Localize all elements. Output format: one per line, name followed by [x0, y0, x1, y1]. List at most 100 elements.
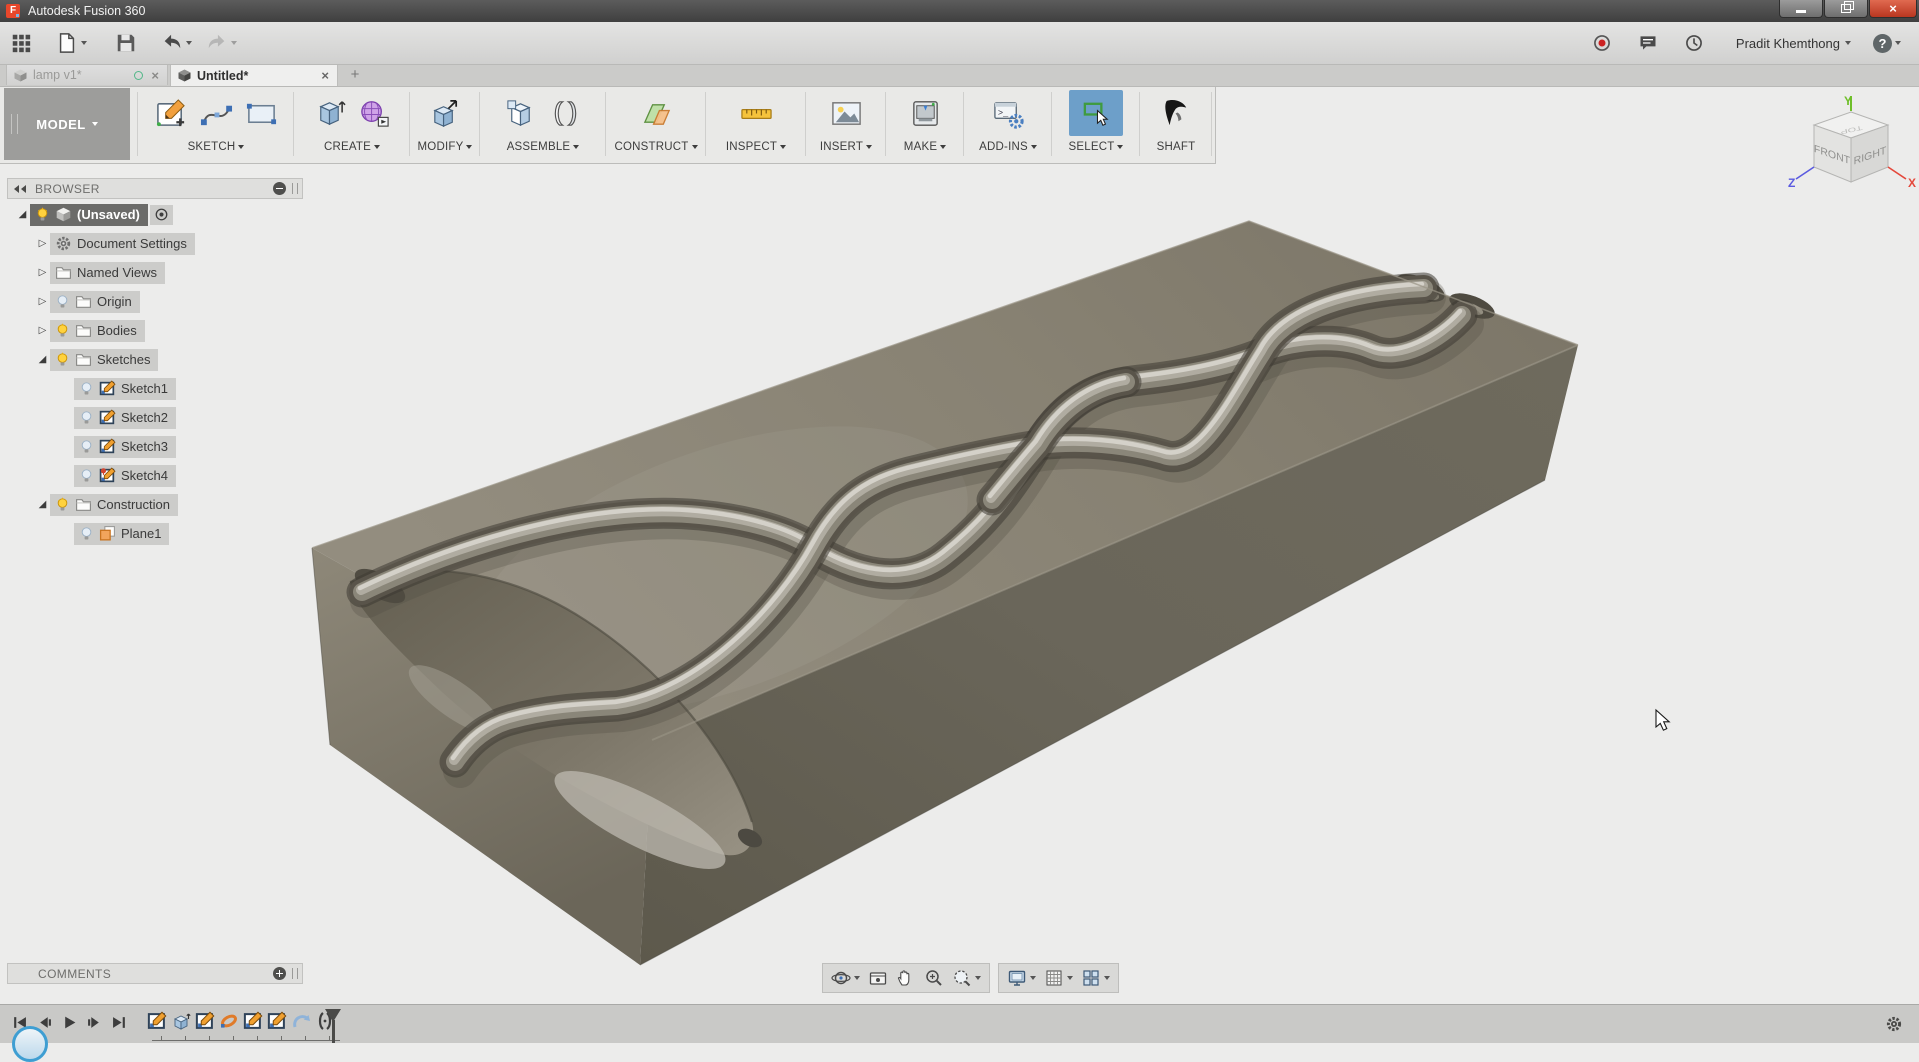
- browser-panel-header[interactable]: BROWSER: [7, 178, 303, 199]
- spline-button[interactable]: [198, 94, 234, 132]
- visibility-off-bulb-icon[interactable]: [79, 381, 94, 396]
- timeline-feature-extrude[interactable]: [170, 1010, 191, 1031]
- extrude-button[interactable]: [312, 94, 348, 132]
- measure-button[interactable]: [738, 94, 774, 132]
- play-button[interactable]: [62, 1015, 77, 1030]
- ribbon-group-label[interactable]: SKETCH: [140, 138, 292, 156]
- restore-button[interactable]: [1824, 0, 1868, 18]
- ribbon-group-label[interactable]: MODIFY: [412, 138, 478, 156]
- expand-arrow-icon[interactable]: ▷: [35, 238, 50, 249]
- ribbon-group-label[interactable]: INSERT: [808, 138, 884, 156]
- visibility-on-bulb-icon[interactable]: [55, 352, 70, 367]
- ribbon-group-label[interactable]: MAKE: [888, 138, 962, 156]
- joint-button[interactable]: [548, 94, 584, 132]
- pan-button[interactable]: [896, 968, 916, 988]
- visibility-on-bulb-icon[interactable]: [55, 497, 70, 512]
- tree-item-sketch4[interactable]: Sketch4: [7, 461, 307, 490]
- ribbon-group-label[interactable]: CREATE: [296, 138, 408, 156]
- workspace-selector[interactable]: MODEL: [4, 88, 130, 160]
- tree-item-origin[interactable]: ▷Origin: [7, 287, 307, 316]
- expand-panel-icon[interactable]: [273, 967, 286, 980]
- visibility-off-bulb-icon[interactable]: [79, 468, 94, 483]
- save-button[interactable]: [115, 28, 137, 58]
- minimize-button[interactable]: [1779, 0, 1823, 18]
- visibility-off-bulb-icon[interactable]: [79, 410, 94, 425]
- undo-button[interactable]: [161, 28, 192, 58]
- tree-item-sketches[interactable]: ◢Sketches: [7, 345, 307, 374]
- form-button[interactable]: [357, 94, 393, 132]
- scripts-addins-button[interactable]: >_: [990, 94, 1026, 132]
- visibility-on-bulb-icon[interactable]: [35, 207, 50, 222]
- history-button[interactable]: [1684, 28, 1704, 58]
- construction-plane-button[interactable]: [638, 94, 674, 132]
- tree-item-construction[interactable]: ◢Construction: [7, 490, 307, 519]
- insert-image-button[interactable]: [828, 94, 864, 132]
- collapse-arrow-icon[interactable]: ◢: [35, 354, 50, 365]
- tab-close-icon[interactable]: ×: [149, 68, 161, 83]
- tree-item-sketch1[interactable]: Sketch1: [7, 374, 307, 403]
- fit-zoom-button[interactable]: [952, 968, 981, 988]
- document-tab[interactable]: Untitled*×: [170, 64, 338, 86]
- comments-button[interactable]: [1638, 28, 1658, 58]
- avatar[interactable]: [12, 1026, 48, 1062]
- viewcube[interactable]: Y TOP FRONT RIGHT Z X: [1784, 92, 1918, 204]
- help-menu[interactable]: ?: [1873, 28, 1901, 58]
- file-button[interactable]: [56, 28, 87, 58]
- tree-item-bodies[interactable]: ▷Bodies: [7, 316, 307, 345]
- user-menu[interactable]: Pradit Khemthong: [1730, 28, 1851, 58]
- grid-display-button[interactable]: [1044, 968, 1073, 988]
- panel-grip-icon[interactable]: [292, 183, 298, 194]
- look-at-button[interactable]: [868, 968, 888, 988]
- display-settings-button[interactable]: [1007, 968, 1036, 988]
- visibility-off-bulb-icon[interactable]: [79, 526, 94, 541]
- new-component-button[interactable]: [503, 94, 539, 132]
- expand-arrow-icon[interactable]: ▷: [35, 325, 50, 336]
- expand-arrow-icon[interactable]: ▷: [35, 267, 50, 278]
- app-menu-button[interactable]: [10, 28, 32, 58]
- tree-item-sketch2[interactable]: Sketch2: [7, 403, 307, 432]
- timeline-feature-sketch[interactable]: [146, 1010, 167, 1031]
- timeline-feature-sweep[interactable]: [218, 1010, 239, 1031]
- ribbon-group-label[interactable]: INSPECT: [708, 138, 804, 156]
- collapse-arrow-icon[interactable]: ◢: [15, 209, 30, 220]
- ribbon-group-label[interactable]: ASSEMBLE: [482, 138, 604, 156]
- ribbon-group-label[interactable]: SELECT: [1054, 138, 1138, 156]
- zoom-button[interactable]: [924, 968, 944, 988]
- timeline-feature-sketch[interactable]: [194, 1010, 215, 1031]
- tab-close-icon[interactable]: ×: [319, 68, 331, 83]
- visibility-off-bulb-icon[interactable]: [79, 439, 94, 454]
- shaft-button[interactable]: [1158, 94, 1194, 132]
- timeline-feature-sketch[interactable]: [242, 1010, 263, 1031]
- skip-end-button[interactable]: [112, 1015, 127, 1030]
- step-forward-button[interactable]: [87, 1015, 102, 1030]
- orbit-button[interactable]: [831, 968, 860, 988]
- ribbon-group-label[interactable]: SHAFT: [1142, 138, 1210, 156]
- ribbon-group-label[interactable]: ADD-INS: [966, 138, 1050, 156]
- new-tab-button[interactable]: +: [346, 66, 364, 84]
- comments-panel-header[interactable]: COMMENTS: [7, 963, 303, 984]
- viewports-button[interactable]: [1081, 968, 1110, 988]
- tree-item-unsaved[interactable]: ◢(Unsaved): [7, 200, 307, 229]
- document-tab[interactable]: lamp v1*×: [6, 64, 168, 85]
- collapse-arrow-icon[interactable]: ◢: [35, 499, 50, 510]
- expand-arrow-icon[interactable]: ▷: [35, 296, 50, 307]
- redo-button[interactable]: [206, 28, 237, 58]
- create-sketch-button[interactable]: [153, 94, 189, 132]
- tree-item-plane1[interactable]: Plane1: [7, 519, 307, 548]
- panel-grip-icon[interactable]: [292, 968, 298, 979]
- activate-component-icon[interactable]: [150, 205, 173, 225]
- remove-panel-icon[interactable]: [273, 182, 286, 195]
- select-button[interactable]: [1068, 94, 1124, 132]
- record-button[interactable]: [1592, 28, 1612, 58]
- print-3d-button[interactable]: [907, 94, 943, 132]
- close-button[interactable]: ×: [1869, 0, 1917, 18]
- visibility-off-bulb-icon[interactable]: [55, 294, 70, 309]
- rectangle-button[interactable]: [243, 94, 279, 132]
- ribbon-group-label[interactable]: CONSTRUCT: [608, 138, 704, 156]
- tree-item-namedviews[interactable]: ▷Named Views: [7, 258, 307, 287]
- tree-item-sketch3[interactable]: Sketch3: [7, 432, 307, 461]
- visibility-on-bulb-icon[interactable]: [55, 323, 70, 338]
- timeline-feature-sketch[interactable]: [266, 1010, 287, 1031]
- press-pull-button[interactable]: [427, 94, 463, 132]
- timeline-settings-icon[interactable]: [1885, 1015, 1903, 1038]
